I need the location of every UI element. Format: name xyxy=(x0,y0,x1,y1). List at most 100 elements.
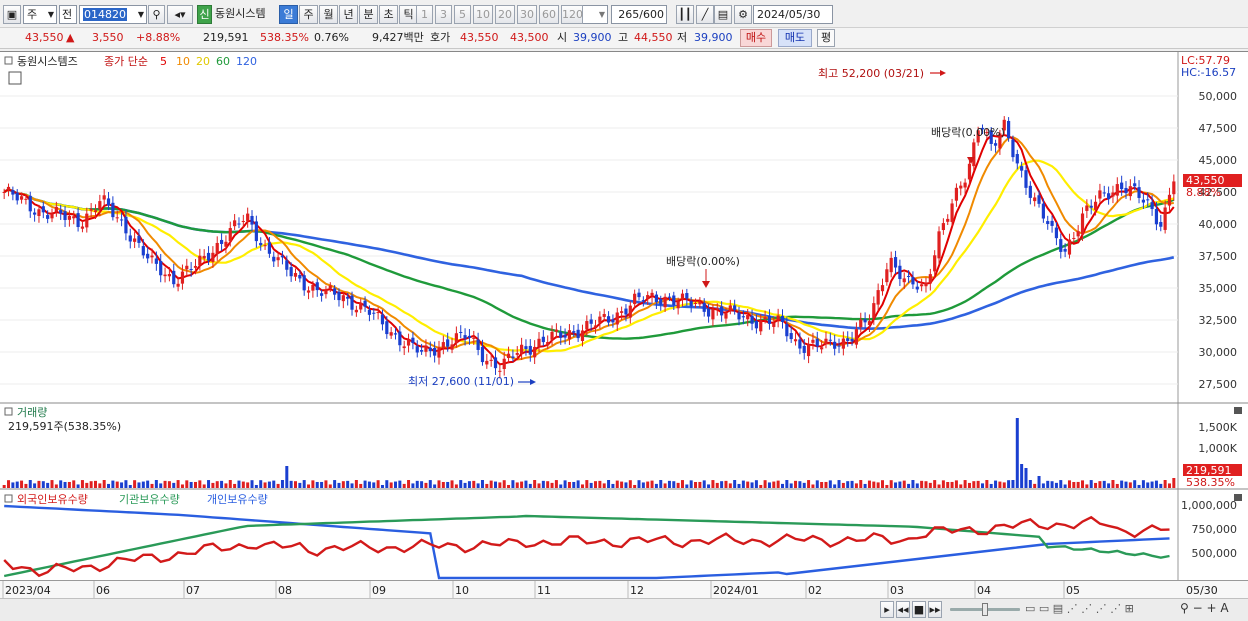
candle-type-icon[interactable]: ┃┃ xyxy=(676,5,694,24)
period-button-1[interactable]: 일 xyxy=(279,5,298,24)
period-button-6[interactable]: 초 xyxy=(379,5,398,24)
volume-bar xyxy=(802,482,806,488)
candle xyxy=(893,250,898,274)
buy-button[interactable]: 매수 xyxy=(740,29,772,47)
holding-panel-close-icon[interactable] xyxy=(1234,494,1242,501)
volume-bar xyxy=(1107,483,1111,488)
zoom-slider-thumb[interactable] xyxy=(982,603,988,616)
interval-button-20[interactable]: 20 xyxy=(495,5,515,24)
volume-bar xyxy=(437,480,441,488)
sell-button[interactable]: 매도 xyxy=(778,29,812,47)
volume-bar xyxy=(180,484,184,488)
eval-button[interactable]: 평 xyxy=(817,29,835,47)
date-input[interactable]: 2024/05/30 xyxy=(753,5,833,24)
volume-bar xyxy=(1133,480,1137,488)
volume-bar xyxy=(750,482,754,488)
volume-bar xyxy=(650,480,654,488)
volume-bar xyxy=(320,481,324,488)
volume-bar xyxy=(372,482,376,488)
volume-panel-close-icon[interactable] xyxy=(1234,407,1242,414)
interval-button-60[interactable]: 60 xyxy=(539,5,559,24)
scroll-right-icon[interactable]: ▸ xyxy=(880,601,894,618)
gear-icon[interactable]: ⚙ xyxy=(734,5,752,24)
x-axis-label: 02 xyxy=(808,584,822,597)
volume-bar xyxy=(1120,480,1124,488)
interval-button-10[interactable]: 10 xyxy=(473,5,493,24)
candle xyxy=(437,340,441,365)
dividend-annotation-2: 배당락(0.00%) xyxy=(931,126,1005,139)
forward-icon[interactable]: ▸▸ xyxy=(928,601,942,618)
interval-button-30[interactable]: 30 xyxy=(517,5,537,24)
volume-bar xyxy=(715,482,719,488)
interval-button-3[interactable]: 3 xyxy=(435,5,452,24)
candle xyxy=(898,259,902,287)
panel-toggle-icon[interactable] xyxy=(4,56,13,65)
tool-icons[interactable]: ▭ ▭ ▤ ⋰ ⋰ ⋰ ⋰ ⊞ xyxy=(1025,602,1134,615)
volume-bar xyxy=(407,480,411,488)
candle xyxy=(59,204,63,220)
volume-bar xyxy=(676,482,680,488)
volume-bar xyxy=(1015,418,1019,488)
x-axis-label: 08 xyxy=(278,584,292,597)
volume-bar xyxy=(920,480,924,488)
candle xyxy=(1107,186,1111,205)
volume-bar xyxy=(72,480,76,488)
volume-bar xyxy=(494,481,498,488)
volume-bar xyxy=(511,480,515,488)
draw-tool-icon[interactable]: ╱ xyxy=(696,5,714,24)
stock-code-value: 014820 xyxy=(83,8,127,21)
chart-menu-icon[interactable]: ▣ xyxy=(3,5,21,24)
volume-bar xyxy=(298,482,302,488)
volume-bar xyxy=(1154,480,1158,488)
candle xyxy=(1015,149,1019,170)
volume-bar xyxy=(872,481,876,488)
candle xyxy=(219,233,224,251)
volume-bar xyxy=(341,481,345,488)
volume-bar xyxy=(246,482,250,488)
volume-panel-toggle-icon[interactable] xyxy=(4,407,13,416)
candle xyxy=(224,235,228,254)
period-button-2[interactable]: 주 xyxy=(299,5,318,24)
interval-button-120[interactable]: 120 xyxy=(561,5,583,24)
period-button-4[interactable]: 년 xyxy=(339,5,358,24)
save-icon[interactable]: ▤ xyxy=(714,5,732,24)
candle xyxy=(824,331,828,349)
search-icon[interactable]: ⚲ xyxy=(148,5,165,24)
x-axis-label: 12 xyxy=(630,584,644,597)
volume-bar xyxy=(963,480,967,488)
calculator-icon[interactable] xyxy=(8,71,22,85)
volume-bar xyxy=(524,480,528,488)
stock-code-input[interactable]: 014820 ▼ xyxy=(79,5,147,24)
volume-bar xyxy=(854,483,858,488)
count-input[interactable]: 265/600 xyxy=(611,5,667,24)
volume-bar xyxy=(707,484,711,488)
period-button-3[interactable]: 월 xyxy=(319,5,338,24)
volume-bar xyxy=(154,480,158,488)
candle xyxy=(389,326,393,339)
rewind-icon[interactable]: ◂◂ xyxy=(896,601,910,618)
period-button-5[interactable]: 분 xyxy=(359,5,378,24)
toolbar: ▣ 주 ▼ 전 014820 ▼ ⚲ ◂▾ 신 동원시스템 ▼ 265/600 ┃┃… xyxy=(0,0,1248,28)
holding-panel-toggle-icon[interactable] xyxy=(4,494,13,503)
chart-area[interactable]: 50,000 47,500 45,000 42,500 40,000 37,500 35,0… xyxy=(0,51,1248,604)
type-select[interactable]: 주 ▼ xyxy=(23,5,57,24)
price-y-tick: 50,000 xyxy=(1199,90,1238,103)
low-price: 39,900 xyxy=(694,31,733,44)
candle xyxy=(815,331,819,353)
x-axis-label: 07 xyxy=(186,584,200,597)
volume-bar xyxy=(646,481,650,488)
volume-bar xyxy=(1063,484,1067,488)
speaker-icon[interactable]: ◂▾ xyxy=(167,5,193,24)
volume-bar xyxy=(889,480,893,488)
stop-icon[interactable]: ■ xyxy=(912,601,926,618)
volume-bar xyxy=(1024,468,1028,488)
volume-bar xyxy=(607,480,611,488)
volume-bar xyxy=(763,480,767,488)
candle xyxy=(76,207,80,232)
volume-bar xyxy=(459,480,463,488)
zoom-icons[interactable]: ⚲ − + A xyxy=(1180,601,1229,615)
prev-select[interactable]: 전 xyxy=(59,5,77,24)
interval-button-5[interactable]: 5 xyxy=(454,5,471,24)
interval-button-1[interactable]: 1 xyxy=(416,5,433,24)
candle xyxy=(1120,175,1124,196)
